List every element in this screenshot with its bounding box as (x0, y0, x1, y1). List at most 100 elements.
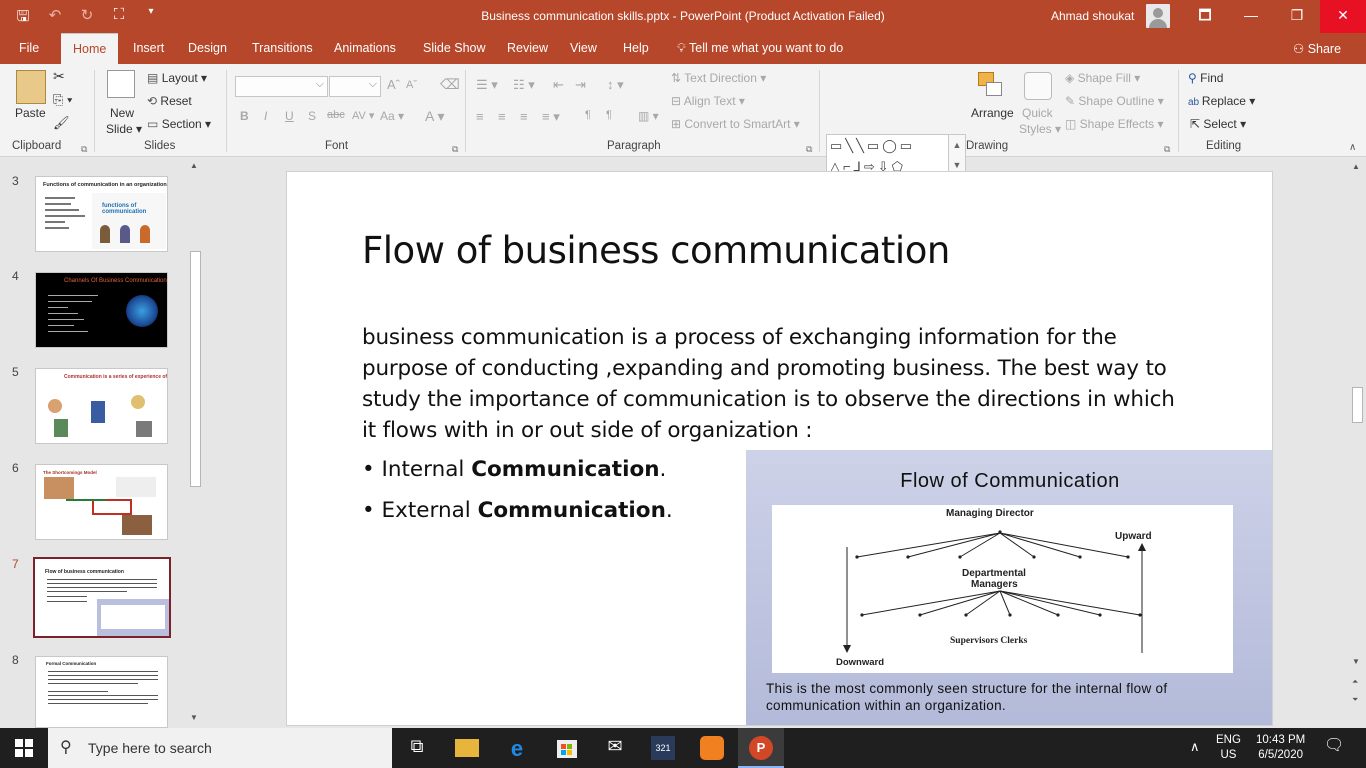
new-slide-icon[interactable] (107, 70, 135, 98)
bullet-internal[interactable]: • Internal Communication. (362, 457, 666, 482)
format-painter-icon[interactable]: 🖌︎ (53, 115, 70, 131)
align-right-icon[interactable]: ≡ (520, 109, 528, 124)
tab-review[interactable]: Review (507, 41, 548, 55)
strikethrough-button[interactable]: abc (327, 109, 345, 121)
shape-effects-button[interactable]: ◫ Shape Effects ▾ (1065, 117, 1164, 131)
slide-thumbnail-5[interactable]: Communication is a series of experience … (35, 368, 168, 444)
slide-scroll-thumb[interactable] (1352, 387, 1363, 423)
tab-help[interactable]: Help (623, 41, 649, 55)
new-slide-label-1[interactable]: New (110, 106, 134, 120)
tab-insert[interactable]: Insert (133, 41, 164, 55)
edge-icon[interactable]: e (505, 736, 529, 761)
reset-button[interactable]: ⟲ Reset (147, 94, 192, 108)
restore-button[interactable]: ❐ (1274, 0, 1320, 33)
decrease-indent-icon[interactable]: ⇤ (553, 77, 564, 93)
align-left-icon[interactable]: ≡ (476, 109, 484, 124)
tab-transitions[interactable]: Transitions (252, 41, 313, 55)
text-direction-button[interactable]: ⇅ Text Direction ▾ (671, 71, 766, 85)
bullets-icon[interactable]: ☰ ▾ (476, 77, 498, 93)
columns-icon[interactable]: ▥ ▾ (638, 109, 659, 123)
tab-design[interactable]: Design (188, 41, 227, 55)
select-button[interactable]: ⇱ Select ▾ (1190, 117, 1246, 131)
powerpoint-taskbar-button[interactable]: P (738, 728, 784, 768)
taskbar-search-box[interactable]: ⚲ Type here to search (48, 728, 392, 768)
clock[interactable]: 10:43 PM 6/5/2020 (1256, 733, 1305, 763)
italic-button[interactable]: I (264, 109, 267, 123)
language-indicator[interactable]: ENG US (1216, 733, 1241, 763)
new-slide-label-2[interactable]: Slide ▾ (106, 122, 142, 136)
slide-thumbnail-8[interactable]: Formal Communication (35, 656, 168, 728)
flow-of-communication-picture[interactable]: Flow of Communication Managing Director … (746, 450, 1272, 725)
thumbnail-scroll-thumb[interactable] (190, 251, 201, 487)
file-explorer-icon[interactable] (455, 739, 479, 757)
layout-button[interactable]: ▤ Layout ▾ (147, 71, 207, 85)
find-button[interactable]: ⚲ Find (1188, 71, 1223, 85)
arrange-icon[interactable] (978, 72, 1004, 100)
media-player-icon[interactable]: 321 (651, 736, 675, 760)
collapse-ribbon-icon[interactable]: ∧ (1349, 142, 1356, 153)
slide-canvas[interactable]: Flow of business communication business … (286, 171, 1273, 726)
scroll-up-icon[interactable]: ▲ (190, 161, 198, 170)
tell-me-box[interactable]: 💡︎ Tell me what you want to do (677, 41, 843, 56)
quick-styles-label-2[interactable]: Styles ▾ (1019, 122, 1061, 136)
increase-indent-icon[interactable]: ⇥ (575, 77, 586, 93)
shape-outline-button[interactable]: ✎ Shape Outline ▾ (1065, 94, 1164, 108)
uc-browser-icon[interactable] (700, 736, 724, 760)
share-button[interactable]: ⚇ Share (1293, 41, 1341, 56)
tab-view[interactable]: View (570, 41, 597, 55)
align-text-button[interactable]: ⊟ Align Text ▾ (671, 94, 745, 108)
clipboard-launcher-icon[interactable]: ⧉ (81, 144, 87, 155)
slide-scrollbar[interactable]: ▲ ▼ ⏶ ⏷ (1349, 157, 1366, 727)
mail-icon[interactable]: ✉ (603, 736, 627, 760)
bold-button[interactable]: B (240, 109, 249, 123)
drawing-launcher-icon[interactable]: ⧉ (1164, 144, 1170, 155)
align-center-icon[interactable]: ≡ (498, 109, 506, 124)
scroll-down-icon[interactable]: ▼ (190, 713, 198, 722)
paste-icon[interactable] (16, 70, 46, 104)
character-spacing-button[interactable]: AV ▾ (352, 109, 374, 122)
grow-font-icon[interactable]: Aˆ (387, 77, 400, 92)
cut-icon[interactable]: ✂ (53, 68, 65, 85)
font-launcher-icon[interactable]: ⧉ (452, 144, 458, 155)
tab-slide-show[interactable]: Slide Show (423, 41, 486, 55)
font-color-button[interactable]: A ▾ (425, 108, 445, 125)
scroll-down-icon[interactable]: ▼ (1352, 657, 1360, 666)
font-name-combo[interactable] (235, 76, 328, 97)
shrink-font-icon[interactable]: Aˇ (406, 79, 417, 91)
ltr-icon[interactable]: ¶ (585, 109, 591, 121)
rtl-icon[interactable]: ¶ (606, 109, 612, 121)
shape-fill-button[interactable]: ◈ Shape Fill ▾ (1065, 71, 1140, 85)
slide-thumbnail-6[interactable]: The Shortcomings Model (35, 464, 168, 540)
tab-file[interactable]: File (19, 41, 39, 55)
close-button[interactable]: ✕ (1320, 0, 1366, 33)
slide-title[interactable]: Flow of business communication (362, 229, 950, 272)
replace-button[interactable]: ab Replace ▾ (1188, 94, 1255, 108)
slide-body-text[interactable]: business communication is a process of e… (362, 322, 1192, 446)
slide-thumbnail-7[interactable]: Flow of business communication (33, 557, 171, 638)
section-button[interactable]: ▭ Section ▾ (147, 117, 211, 131)
avatar[interactable] (1146, 4, 1170, 28)
numbering-icon[interactable]: ☷ ▾ (513, 77, 535, 93)
change-case-button[interactable]: Aa ▾ (380, 109, 404, 123)
underline-button[interactable]: U (285, 109, 294, 123)
tab-home[interactable]: Home (61, 33, 119, 64)
user-name[interactable]: Ahmad shoukat (1051, 9, 1134, 23)
clear-formatting-icon[interactable]: ⌫ (440, 76, 460, 93)
line-spacing-icon[interactable]: ↕ ▾ (607, 77, 624, 93)
quick-styles-label-1[interactable]: Quick (1022, 106, 1053, 120)
quick-styles-icon[interactable] (1024, 72, 1052, 100)
ribbon-display-options-button[interactable]: 🗖 (1182, 0, 1228, 33)
next-slide-icon[interactable]: ⏷ (1352, 695, 1358, 705)
convert-smartart-button[interactable]: ⊞ Convert to SmartArt ▾ (671, 117, 800, 131)
task-view-icon[interactable]: ⧉ (405, 736, 429, 760)
copy-icon[interactable]: ⎘ ▾ (53, 92, 72, 108)
windows-start-icon[interactable] (15, 739, 33, 757)
arrange-button[interactable]: Arrange (971, 106, 1014, 120)
scroll-up-icon[interactable]: ▲ (1352, 162, 1360, 171)
bullet-external[interactable]: • External Communication. (362, 498, 673, 523)
slide-thumbnail-3[interactable]: Functions of communication in an organiz… (35, 176, 168, 252)
paste-button[interactable]: Paste (15, 106, 46, 120)
store-icon[interactable] (555, 736, 579, 760)
notifications-icon[interactable]: 🗨︎ (1324, 738, 1344, 754)
previous-slide-icon[interactable]: ⏶ (1352, 677, 1358, 687)
